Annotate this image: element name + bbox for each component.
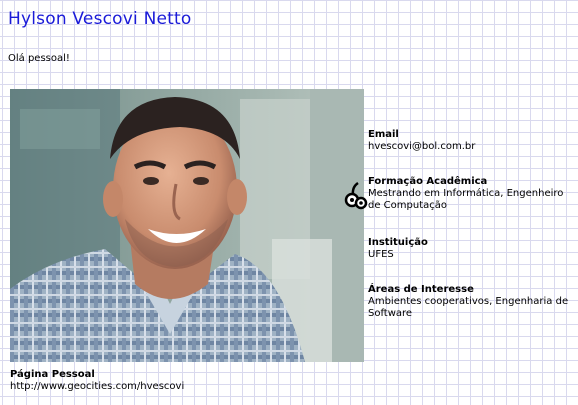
- info-education: Formação Acadêmica Mestrando em Informát…: [368, 176, 578, 212]
- email-value: hvescovi@bol.com.br: [368, 141, 476, 152]
- info-label: Formação Acadêmica: [368, 176, 488, 187]
- personal-page-link[interactable]: http://www.geocities.com/hvescovi: [10, 381, 184, 393]
- institution-value: UFES: [368, 249, 394, 260]
- education-value: Mestrando em Informática, Engenheiro de …: [368, 188, 564, 211]
- info-institution: Instituição UFES: [368, 237, 578, 261]
- info-label: Áreas de Interesse: [368, 284, 474, 295]
- info-email: Email hvescovi@bol.com.br: [368, 129, 578, 153]
- portrait-photo: [10, 89, 364, 362]
- personal-page: Página Pessoal http://www.geocities.com/…: [10, 369, 184, 393]
- page-title: Hylson Vescovi Netto: [8, 9, 192, 29]
- glasses-icon: [344, 181, 368, 210]
- info-label: Instituição: [368, 237, 428, 248]
- info-interests: Áreas de Interesse Ambientes cooperativo…: [368, 284, 578, 320]
- greeting-text: Olá pessoal!: [8, 53, 70, 64]
- personal-page-label: Página Pessoal: [10, 369, 95, 380]
- interests-value: Ambientes cooperativos, Engenharia de So…: [368, 296, 569, 319]
- info-label: Email: [368, 129, 399, 140]
